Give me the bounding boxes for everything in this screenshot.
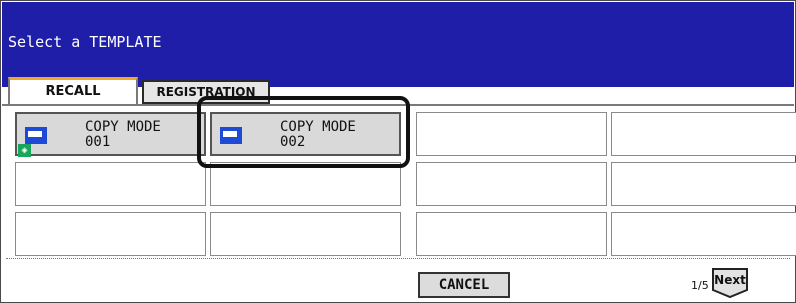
shared-template-icon: ◈	[18, 144, 31, 157]
template-slot-empty[interactable]	[416, 162, 607, 206]
selection-highlight	[197, 96, 410, 168]
template-button-001[interactable]: COPY MODE 001 ◈	[15, 112, 206, 157]
template-screen: Select a TEMPLATE RECALL REGISTRATION CO…	[0, 0, 796, 303]
template-slot-empty[interactable]	[210, 162, 401, 206]
template-name: COPY MODE 001	[85, 119, 161, 150]
page-title: Select a TEMPLATE	[8, 33, 162, 51]
cancel-button[interactable]: CANCEL	[418, 272, 510, 298]
template-slot-empty[interactable]	[15, 162, 206, 206]
page-indicator: 1/5	[691, 279, 709, 292]
tab-recall[interactable]: RECALL	[8, 77, 138, 104]
footer-divider	[6, 258, 790, 259]
template-slot-empty[interactable]	[210, 212, 401, 256]
next-page-button[interactable]: Next	[711, 267, 749, 298]
template-slot-empty[interactable]	[416, 112, 607, 156]
template-slot-empty[interactable]	[611, 112, 796, 156]
template-slot-empty[interactable]	[416, 212, 607, 256]
template-slot-empty[interactable]	[15, 212, 206, 256]
copy-template-icon	[25, 127, 47, 144]
next-label: Next	[714, 273, 746, 287]
template-slot-empty[interactable]	[611, 212, 796, 256]
template-slot-empty[interactable]	[611, 162, 796, 206]
